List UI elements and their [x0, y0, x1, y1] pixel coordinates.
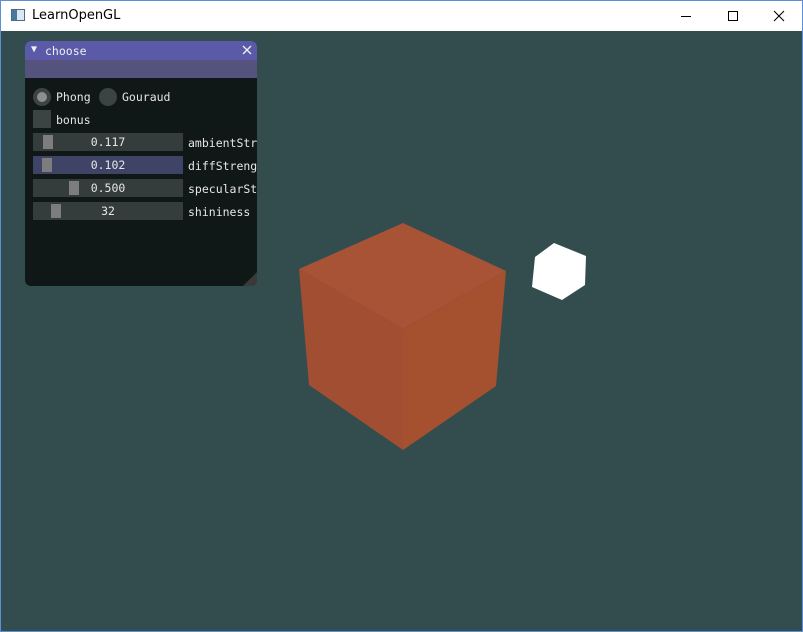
bonus-checkbox[interactable]: [33, 110, 51, 128]
window-app-icon: [11, 9, 25, 21]
window-title: LearnOpenGL: [32, 8, 121, 23]
slider-value: 0.500: [90, 181, 126, 195]
radio-phong-label: Phong: [56, 90, 91, 104]
radio-gouraud-label: Gouraud: [122, 90, 171, 104]
specular-strength-slider[interactable]: 0.500: [33, 179, 183, 197]
radio-selected-dot: [37, 92, 47, 102]
radio-gouraud[interactable]: [99, 88, 117, 106]
minimize-icon: [681, 16, 691, 17]
panel-title-bar[interactable]: ▼ choose: [25, 41, 257, 60]
slider-value: 0.102: [90, 158, 126, 172]
specular-strength-label: specularSt: [188, 182, 257, 196]
radio-phong[interactable]: [33, 88, 51, 106]
shininess-label: shininess: [188, 205, 251, 219]
light-cube-shape: [532, 243, 586, 300]
triangle-down-icon[interactable]: ▼: [31, 44, 37, 55]
shininess-slider[interactable]: 32: [33, 202, 183, 220]
diffuse-strength-label: diffStreng: [188, 159, 257, 173]
imgui-choose-panel[interactable]: ▼ choose Phong Gouraud bonus 0.117 ambie…: [25, 41, 257, 286]
panel-title: choose: [45, 44, 87, 58]
bonus-label: bonus: [56, 113, 91, 127]
close-button[interactable]: [756, 1, 802, 31]
diffuse-strength-slider[interactable]: 0.102: [33, 156, 183, 174]
opengl-viewport[interactable]: ▼ choose Phong Gouraud bonus 0.117 ambie…: [1, 31, 802, 631]
object-cube: [299, 223, 506, 450]
app-window: LearnOpenGL ▼ choose Phong Gouraud bonus…: [0, 0, 803, 632]
minimize-button[interactable]: [663, 1, 709, 31]
ambient-strength-label: ambientStr: [188, 136, 257, 150]
maximize-icon: [728, 11, 738, 21]
panel-menu-band: [25, 60, 257, 78]
slider-value: 0.117: [90, 135, 126, 149]
resize-grip-icon[interactable]: [243, 272, 257, 286]
close-icon: [773, 10, 785, 22]
slider-value: 32: [101, 204, 115, 218]
title-bar[interactable]: LearnOpenGL: [1, 1, 802, 31]
maximize-button[interactable]: [710, 1, 756, 31]
light-cube: [532, 243, 586, 300]
ambient-strength-slider[interactable]: 0.117: [33, 133, 183, 151]
close-icon[interactable]: [240, 43, 254, 57]
